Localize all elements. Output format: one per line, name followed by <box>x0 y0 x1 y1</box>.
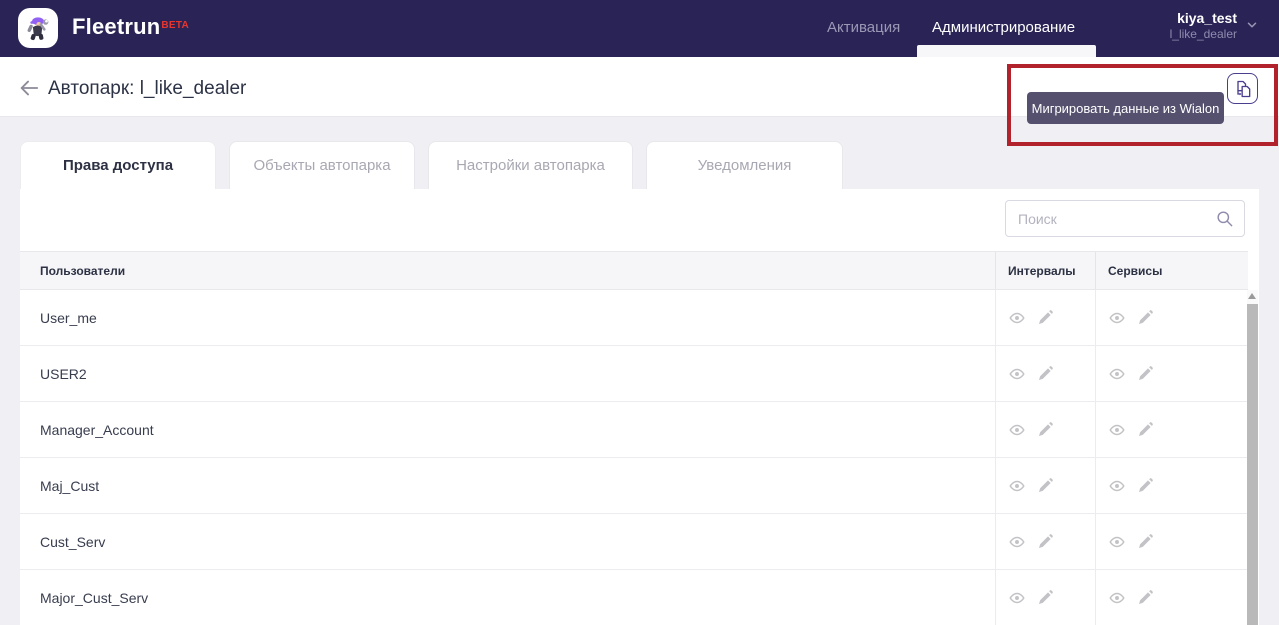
view-icon[interactable] <box>1108 589 1126 607</box>
nav-active-indicator <box>917 45 1096 57</box>
intervals-actions-cell <box>995 570 1095 625</box>
edit-icon[interactable] <box>1136 477 1154 495</box>
user-name-cell: Manager_Account <box>40 421 154 438</box>
table-scrollbar[interactable] <box>1247 290 1258 625</box>
top-navbar: FleetrunBETA Активация Администрирование… <box>0 0 1279 57</box>
edit-icon[interactable] <box>1036 533 1054 551</box>
edit-icon[interactable] <box>1136 365 1154 383</box>
table-row: User_me <box>20 290 1248 346</box>
view-icon[interactable] <box>1008 421 1026 439</box>
services-actions-cell <box>1095 458 1248 513</box>
edit-icon[interactable] <box>1136 533 1154 551</box>
intervals-actions-cell <box>995 346 1095 401</box>
services-actions-cell <box>1095 514 1248 569</box>
view-icon[interactable] <box>1108 365 1126 383</box>
table-row: Cust_Serv <box>20 514 1248 570</box>
brand-name: Fleetrun <box>72 14 161 39</box>
view-icon[interactable] <box>1008 365 1026 383</box>
intervals-actions-cell <box>995 514 1095 569</box>
fleet-tabs: Права доступа Объекты автопарка Настройк… <box>20 141 843 189</box>
user-name-cell: Major_Cust_Serv <box>40 589 149 606</box>
user-menu[interactable]: kiya_test l_like_dealer <box>1170 9 1259 41</box>
nav-item-administration[interactable]: Администрирование <box>932 19 1075 36</box>
arrow-left-icon <box>20 80 39 96</box>
services-actions-cell <box>1095 570 1248 625</box>
intervals-actions-cell <box>995 458 1095 513</box>
search-input[interactable] <box>1006 201 1215 236</box>
services-actions-cell <box>1095 402 1248 457</box>
edit-icon[interactable] <box>1036 421 1054 439</box>
services-actions-cell <box>1095 346 1248 401</box>
search-icon[interactable] <box>1215 209 1234 228</box>
table-row: USER2 <box>20 346 1248 402</box>
view-icon[interactable] <box>1108 477 1126 495</box>
edit-icon[interactable] <box>1136 589 1154 607</box>
scrollbar-thumb[interactable] <box>1247 304 1258 625</box>
back-button[interactable] <box>18 78 40 98</box>
services-actions-cell <box>1095 290 1248 345</box>
nav-item-activation[interactable]: Активация <box>827 19 900 36</box>
chevron-down-icon <box>1247 22 1257 28</box>
search-box <box>1005 200 1245 237</box>
column-header-intervals: Интервалы <box>995 252 1095 289</box>
migrate-tooltip: Мигрировать данные из Wialon <box>1027 92 1224 124</box>
user-name-cell: USER2 <box>40 365 87 382</box>
view-icon[interactable] <box>1008 589 1026 607</box>
user-name-cell: User_me <box>40 309 97 326</box>
edit-icon[interactable] <box>1036 365 1054 383</box>
edit-icon[interactable] <box>1036 589 1054 607</box>
table-row: Maj_Cust <box>20 458 1248 514</box>
user-name-cell: Cust_Serv <box>40 533 106 550</box>
fleetrun-logo[interactable] <box>18 8 58 48</box>
user-account: l_like_dealer <box>1169 27 1237 41</box>
intervals-actions-cell <box>995 402 1095 457</box>
view-icon[interactable] <box>1108 421 1126 439</box>
mechanic-logo-icon <box>27 17 49 41</box>
table-header-row: Пользователи Интервалы Сервисы <box>20 251 1248 290</box>
beta-badge: BETA <box>161 19 190 31</box>
view-icon[interactable] <box>1108 309 1126 327</box>
edit-icon[interactable] <box>1036 477 1054 495</box>
table-row: Major_Cust_Serv <box>20 570 1248 625</box>
edit-icon[interactable] <box>1036 309 1054 327</box>
view-icon[interactable] <box>1008 477 1026 495</box>
column-header-users: Пользователи <box>40 263 126 278</box>
users-table: Пользователи Интервалы Сервисы User_me U… <box>20 251 1248 625</box>
tab-fleet-settings[interactable]: Настройки автопарка <box>428 141 633 189</box>
tab-notifications[interactable]: Уведомления <box>646 141 843 189</box>
view-icon[interactable] <box>1008 533 1026 551</box>
brand: FleetrunBETA <box>72 14 189 40</box>
migrate-data-button[interactable] <box>1227 73 1258 104</box>
table-row: Manager_Account <box>20 402 1248 458</box>
view-icon[interactable] <box>1008 309 1026 327</box>
tab-fleet-objects[interactable]: Объекты автопарка <box>229 141 415 189</box>
view-icon[interactable] <box>1108 533 1126 551</box>
intervals-actions-cell <box>995 290 1095 345</box>
user-name: kiya_test <box>1177 10 1237 26</box>
user-name-cell: Maj_Cust <box>40 477 100 494</box>
edit-icon[interactable] <box>1136 309 1154 327</box>
access-rights-panel: Пользователи Интервалы Сервисы User_me U… <box>20 189 1259 625</box>
page-title: Автопарк: l_like_dealer <box>48 78 247 99</box>
tab-access-rights[interactable]: Права доступа <box>20 141 216 189</box>
migrate-copy-icon <box>1236 80 1250 97</box>
scrollbar-up-arrow-icon[interactable] <box>1248 293 1256 299</box>
edit-icon[interactable] <box>1136 421 1154 439</box>
column-header-services: Сервисы <box>1095 252 1248 289</box>
